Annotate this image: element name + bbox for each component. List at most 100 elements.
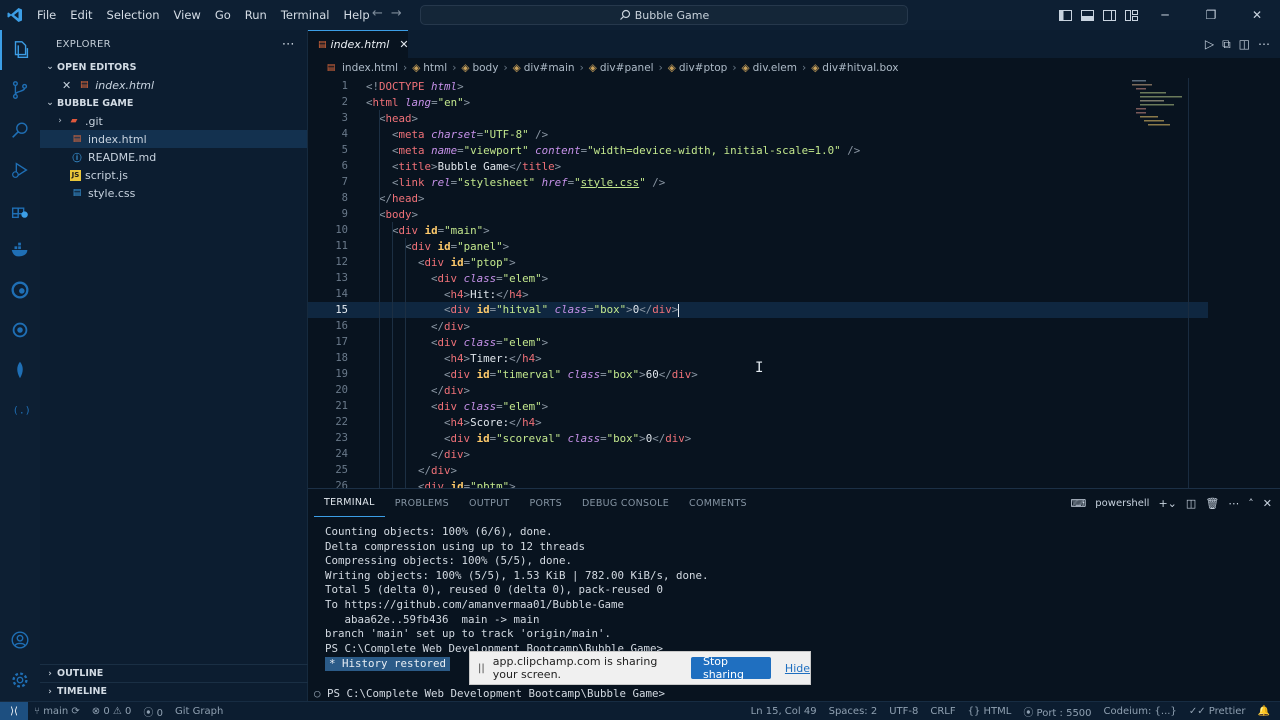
menu-terminal[interactable]: Terminal	[274, 8, 337, 22]
toggle-panel-icon[interactable]	[1076, 0, 1098, 30]
run-icon[interactable]: ▷	[1205, 37, 1214, 51]
forward-arrow-icon[interactable]: →	[391, 6, 402, 21]
more-actions-icon[interactable]: ⋯	[1228, 497, 1239, 510]
tab-comments[interactable]: COMMENTS	[679, 489, 757, 517]
code-editor[interactable]: 1 <!DOCTYPE html> 2 <html lang="en"> 3 <he…	[308, 78, 1280, 488]
close-window-button[interactable]: ✕	[1234, 0, 1280, 30]
edge-devtools-icon[interactable]	[0, 270, 40, 310]
toggle-primary-sidebar-icon[interactable]	[1054, 0, 1076, 30]
customize-layout-icon[interactable]	[1120, 0, 1142, 30]
breadcrumb-item[interactable]: div#hitval.box	[822, 62, 898, 74]
tree-item-script-js[interactable]: JS script.js	[40, 166, 307, 184]
breadcrumb-item[interactable]: html	[423, 62, 447, 74]
tab-index-html[interactable]: ▤ index.html ✕	[308, 30, 409, 58]
back-arrow-icon[interactable]: ←	[372, 6, 383, 21]
menu-file[interactable]: File	[30, 8, 63, 22]
open-editor-item[interactable]: ✕ ▤ index.html	[40, 76, 307, 94]
settings-gear-icon[interactable]	[0, 660, 40, 700]
tree-item-readme[interactable]: ⓘ README.md	[40, 148, 307, 166]
ports-status[interactable]: ⦿ 0	[137, 704, 169, 719]
tree-item-git[interactable]: › ▰ .git	[40, 112, 307, 130]
split-terminal-icon[interactable]: ◫	[1186, 497, 1196, 510]
json-icon[interactable]: (.)	[0, 390, 40, 430]
search-activity-icon[interactable]	[0, 110, 40, 150]
menu-help[interactable]: Help	[336, 8, 376, 22]
open-editors-section[interactable]: ⌄ OPEN EDITORS	[40, 58, 307, 76]
terminal-line: Delta compression using up to 12 threads	[325, 539, 586, 553]
end-of-line[interactable]: CRLF	[924, 706, 961, 717]
menu-edit[interactable]: Edit	[63, 8, 99, 22]
live-server-port[interactable]: ⦿ Port : 5500	[1017, 704, 1097, 719]
minimize-button[interactable]: ─	[1142, 0, 1188, 30]
close-panel-icon[interactable]: ✕	[1263, 497, 1272, 510]
menu-run[interactable]: Run	[238, 8, 274, 22]
kill-terminal-icon[interactable]: 🗑	[1205, 497, 1219, 510]
tab-problems[interactable]: PROBLEMS	[385, 489, 459, 517]
code-line: 23 <div id="scoreval" class="box">0</div…	[308, 430, 1208, 446]
menu-selection[interactable]: Selection	[100, 8, 167, 22]
toggle-secondary-sidebar-icon[interactable]	[1098, 0, 1120, 30]
branch-status[interactable]: ⑂ main ⟳	[28, 706, 86, 717]
code-line: 7 <link rel="stylesheet" href="style.css…	[308, 174, 1208, 190]
account-icon[interactable]	[0, 620, 40, 660]
problems-status[interactable]: ⊗ 0 ⚠ 0	[86, 706, 138, 717]
breadcrumb-item[interactable]: body	[472, 62, 498, 74]
remote-indicator-icon[interactable]: ⟩⟨	[0, 701, 28, 720]
extensions-icon[interactable]	[0, 190, 40, 230]
hide-link[interactable]: Hide	[785, 662, 810, 675]
prettier-status[interactable]: ✓✓ Prettier	[1183, 706, 1252, 717]
tree-item-style-css[interactable]: ▤ style.css	[40, 184, 307, 202]
element-icon: ◈	[412, 62, 421, 74]
source-control-icon[interactable]	[0, 70, 40, 110]
maximize-panel-icon[interactable]: ˄	[1248, 497, 1254, 510]
indentation[interactable]: Spaces: 2	[823, 706, 884, 717]
git-graph-icon[interactable]	[0, 310, 40, 350]
tab-debug-console[interactable]: DEBUG CONSOLE	[572, 489, 679, 517]
status-bar: ⟩⟨ ⑂ main ⟳ ⊗ 0 ⚠ 0 ⦿ 0 Git Graph Ln 15,…	[0, 701, 1280, 720]
new-terminal-icon[interactable]: +⌄	[1158, 497, 1176, 510]
timeline-section[interactable]: › TIMELINE	[40, 682, 308, 700]
workspace-section[interactable]: ⌄ BUBBLE GAME	[40, 94, 307, 112]
tab-terminal[interactable]: TERMINAL	[314, 489, 385, 517]
cursor-position[interactable]: Ln 15, Col 49	[745, 706, 823, 717]
breadcrumb-item[interactable]: div#main	[524, 62, 575, 74]
command-center-label: Bubble Game	[634, 8, 710, 22]
more-actions-icon[interactable]: ⋯	[282, 37, 295, 52]
stop-sharing-button[interactable]: Stop sharing	[690, 655, 771, 681]
terminal-output[interactable]: Counting objects: 100% (6/6), done. Delt…	[325, 525, 709, 656]
close-icon[interactable]: ✕	[62, 79, 71, 92]
docker-icon[interactable]	[0, 230, 40, 270]
encoding[interactable]: UTF-8	[883, 706, 924, 717]
breadcrumb-item[interactable]: div.elem	[753, 62, 797, 74]
breadcrumb-item[interactable]: index.html	[342, 62, 398, 74]
breadcrumb-item[interactable]: div#ptop	[679, 62, 727, 74]
editor-scrollbar[interactable]	[1188, 78, 1189, 488]
more-actions-icon[interactable]: ⋯	[1258, 37, 1270, 51]
explorer-icon[interactable]	[0, 30, 40, 70]
minimap[interactable]	[1130, 78, 1190, 128]
maximize-button[interactable]: ❐	[1188, 0, 1234, 30]
tree-item-index-html[interactable]: ▤ index.html	[40, 130, 307, 148]
menu-go[interactable]: Go	[208, 8, 238, 22]
mongodb-icon[interactable]	[0, 350, 40, 390]
terminal-prompt[interactable]: ○ PS C:\Complete Web Development Bootcam…	[314, 687, 665, 700]
shell-name[interactable]: powershell	[1095, 498, 1149, 509]
menu-view[interactable]: View	[167, 8, 208, 22]
git-graph-status[interactable]: Git Graph	[169, 706, 229, 717]
split-editor-icon[interactable]: ◫	[1239, 37, 1250, 51]
command-center[interactable]: Bubble Game	[420, 5, 908, 25]
code-text: <h4>Hit:</h4>	[444, 287, 529, 301]
breadcrumb-item[interactable]: div#panel	[600, 62, 654, 74]
code-line: 24 </div>	[308, 446, 1208, 462]
codeium-status[interactable]: Codeium: {...}	[1098, 706, 1183, 717]
close-tab-icon[interactable]: ✕	[399, 38, 408, 51]
outline-section[interactable]: › OUTLINE	[40, 664, 308, 682]
notifications-bell-icon[interactable]: 🔔	[1252, 706, 1276, 717]
code-text: <head>	[379, 111, 419, 125]
code-line: 4 <meta charset="UTF-8" />	[308, 126, 1208, 142]
tab-ports[interactable]: PORTS	[519, 489, 571, 517]
open-preview-icon[interactable]: ⧉	[1222, 37, 1231, 52]
tab-output[interactable]: OUTPUT	[459, 489, 520, 517]
run-debug-icon[interactable]	[0, 150, 40, 190]
language-mode[interactable]: {} HTML	[962, 706, 1018, 717]
